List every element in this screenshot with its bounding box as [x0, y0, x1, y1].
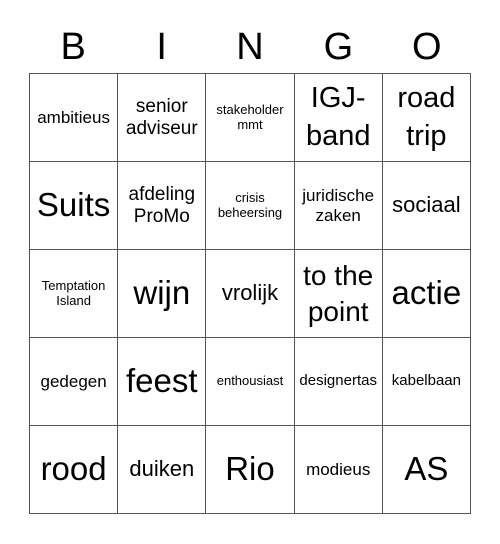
bingo-cell[interactable]: rood	[30, 426, 119, 514]
bingo-cell[interactable]: wijn	[118, 250, 207, 338]
bingo-cell[interactable]: senior adviseur	[118, 74, 207, 162]
bingo-cell[interactable]: gedegen	[30, 338, 119, 426]
bingo-cell[interactable]: actie	[382, 250, 471, 338]
bingo-cell[interactable]: IGJ-band	[294, 74, 383, 162]
bingo-cell[interactable]: sociaal	[382, 162, 471, 250]
bingo-grid: ambitieus senior adviseur stakeholder mm…	[29, 73, 471, 514]
header-letter-i: I	[156, 26, 167, 68]
bingo-cell[interactable]: crisis beheersing	[206, 162, 295, 250]
bingo-cell[interactable]: road trip	[382, 74, 471, 162]
header-letter-o: O	[412, 26, 442, 68]
bingo-cell[interactable]: duiken	[118, 426, 207, 514]
bingo-cell[interactable]: enthousiast	[206, 338, 295, 426]
header-letter-n: N	[236, 26, 264, 68]
bingo-cell[interactable]: designertas	[294, 338, 383, 426]
bingo-cell[interactable]: to the point	[294, 250, 383, 338]
bingo-cell[interactable]: kabelbaan	[382, 338, 471, 426]
header-letter-b: B	[60, 26, 86, 68]
bingo-cell[interactable]: stakeholder mmt	[206, 74, 295, 162]
bingo-header: B I N G O	[29, 22, 471, 72]
header-letter-g: G	[323, 26, 354, 68]
bingo-cell[interactable]: Rio	[206, 426, 295, 514]
bingo-cell[interactable]: Temptation Island	[30, 250, 119, 338]
bingo-cell[interactable]: AS	[382, 426, 471, 514]
bingo-cell[interactable]: afdeling ProMo	[118, 162, 207, 250]
bingo-cell[interactable]: vrolijk	[206, 250, 295, 338]
bingo-cell[interactable]: Suits	[30, 162, 119, 250]
bingo-cell[interactable]: ambitieus	[30, 74, 119, 162]
bingo-cell[interactable]: juridische zaken	[294, 162, 383, 250]
bingo-cell[interactable]: feest	[118, 338, 207, 426]
bingo-cell[interactable]: modieus	[294, 426, 383, 514]
